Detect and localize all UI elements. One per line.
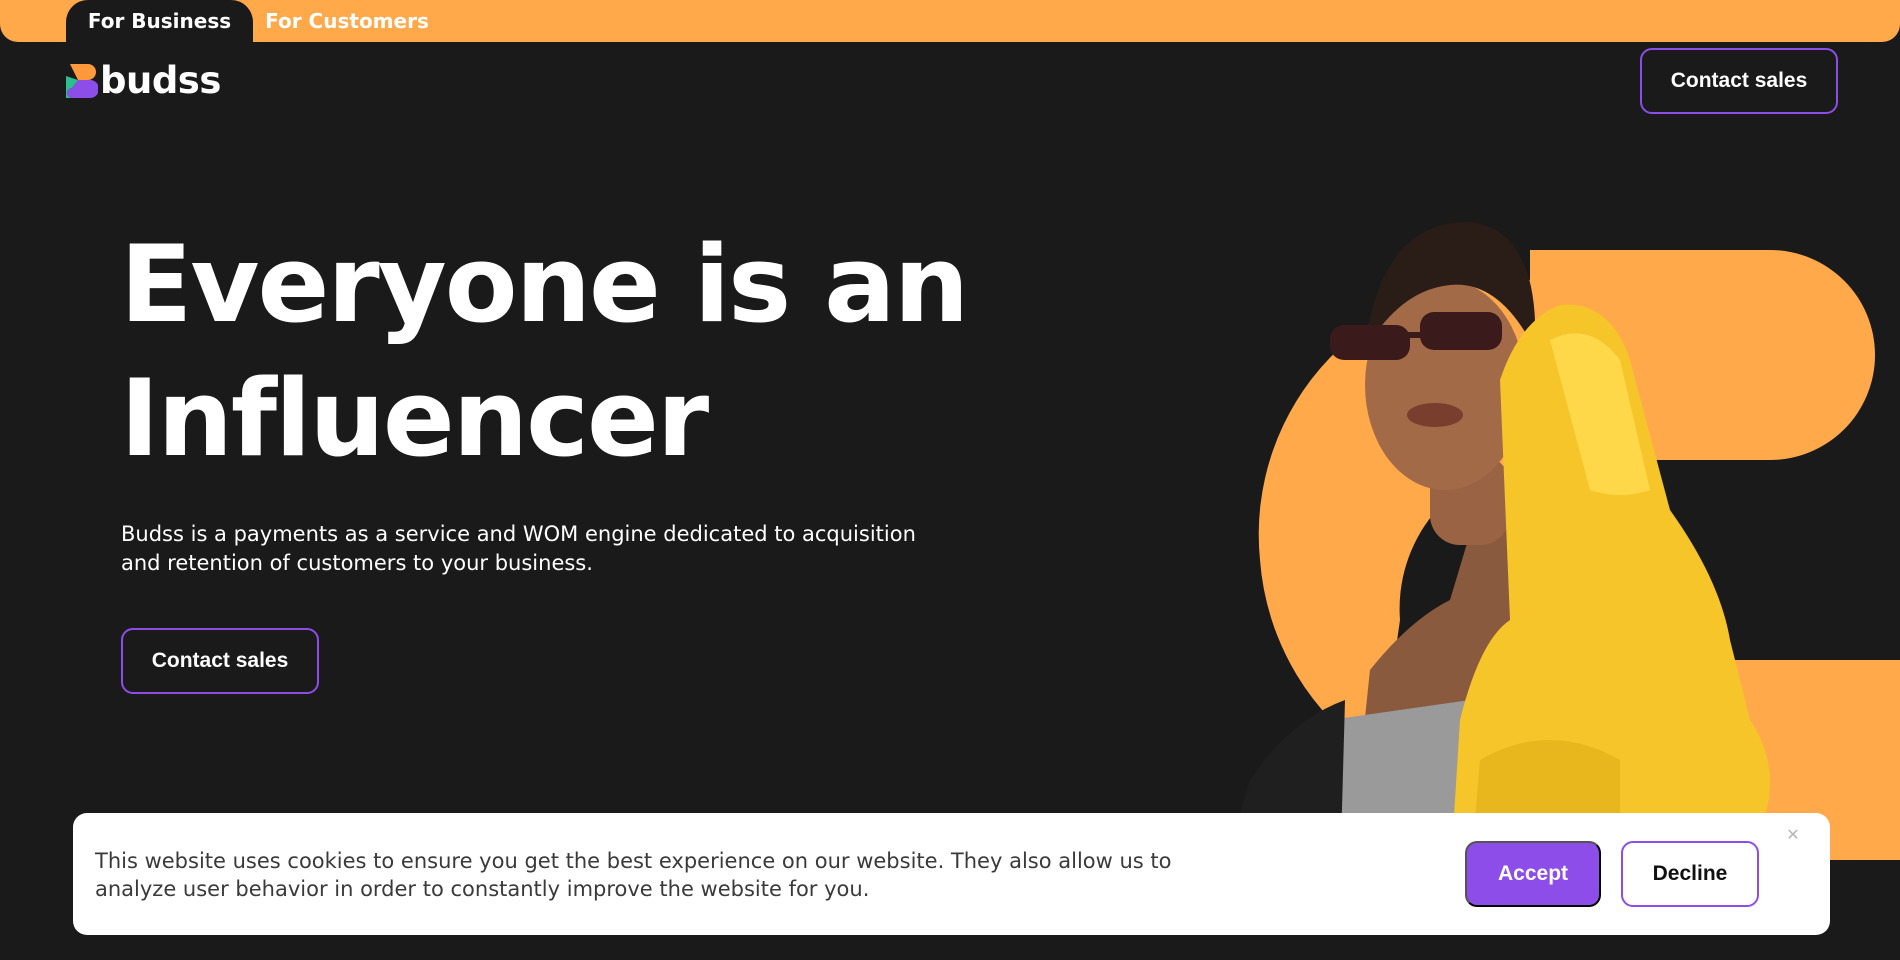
woman-yellow-jacket-image <box>1220 221 1900 880</box>
hero-title-line-1: Everyone is an <box>120 223 969 346</box>
close-icon[interactable]: ✕ <box>1785 827 1801 843</box>
accept-cookies-button[interactable]: Accept <box>1465 841 1601 907</box>
audience-bar: For Business For Customers <box>0 0 1900 42</box>
decline-cookies-button[interactable]: Decline <box>1621 841 1759 907</box>
hero-description: Budss is a payments as a service and WOM… <box>121 522 916 575</box>
logo-wordmark: budss <box>100 59 221 102</box>
hero-contact-sales-button[interactable]: Contact sales <box>121 628 319 694</box>
tab-for-customers[interactable]: For Customers <box>262 0 432 42</box>
tab-for-business[interactable]: For Business <box>66 0 253 42</box>
hero-title-line-2: Influencer <box>120 357 709 480</box>
cookie-banner: This website uses cookies to ensure you … <box>73 813 1830 935</box>
logo-mark-icon <box>66 64 98 98</box>
hero-title: Everyone is an Influencer <box>120 218 1020 486</box>
header-contact-sales-button[interactable]: Contact sales <box>1640 48 1838 114</box>
cookie-banner-text: This website uses cookies to ensure you … <box>95 849 1172 901</box>
page: For Business For Customers budss Contact… <box>0 0 1900 960</box>
logo[interactable]: budss <box>66 62 221 100</box>
